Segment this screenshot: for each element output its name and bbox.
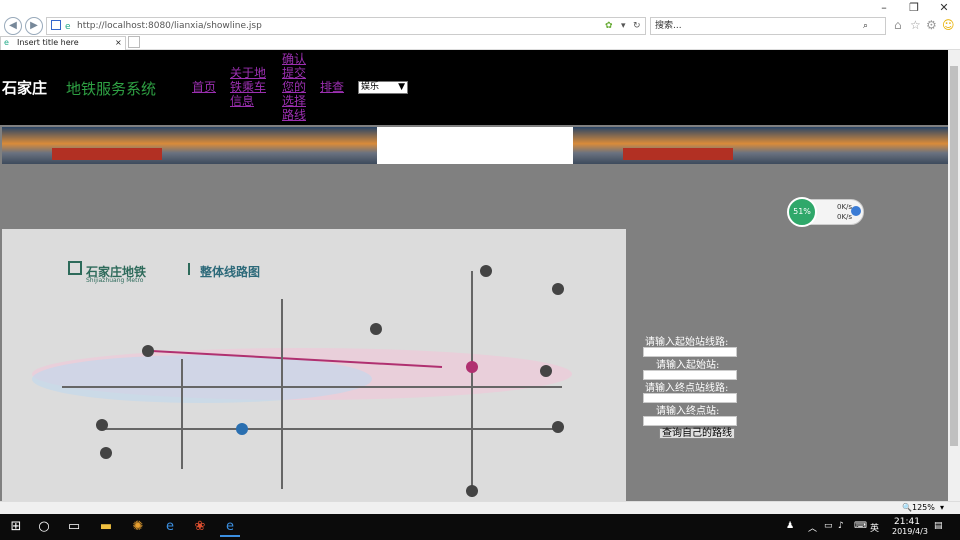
url-text: http://localhost:8080/lianxia/showline.j…	[77, 21, 262, 31]
network-speed-widget[interactable]: 51% 0K/s 0K/s	[787, 197, 864, 227]
nav-home-link[interactable]: 首页	[192, 80, 216, 94]
ie-icon[interactable]: e	[220, 517, 240, 537]
compat-icon[interactable]: ✿	[605, 18, 613, 34]
banner-gap	[377, 127, 573, 164]
start-station-label: 请输入起始站:	[656, 360, 720, 371]
query-route-button[interactable]: 查询自己的路线	[659, 428, 735, 439]
window-titlebar: – ❐ ✕	[0, 0, 960, 16]
home-icon[interactable]: ⌂	[894, 18, 902, 32]
page-content: 石家庄 地铁服务系统 首页 关于地铁乘车信息 确认提交您的选择路线 排查 娱乐 …	[0, 50, 948, 501]
end-line-label: 请输入终点站线路:	[645, 383, 729, 394]
tray-up-icon[interactable]: ︿	[808, 521, 817, 534]
line-badge	[480, 265, 492, 277]
smiley-icon[interactable]: ☺	[942, 18, 955, 32]
category-select[interactable]: 娱乐 ▼	[358, 81, 408, 94]
line-badge	[552, 421, 564, 433]
back-icon[interactable]: ◀	[4, 17, 22, 35]
settings-app-icon[interactable]: ✺	[128, 517, 148, 537]
map-band	[32, 355, 372, 403]
banner-truck	[52, 148, 162, 160]
dropdown-icon[interactable]: ▾	[621, 18, 626, 34]
close-icon[interactable]: ✕	[932, 0, 956, 16]
memory-percent: 51%	[787, 197, 817, 227]
app-icon[interactable]: ❀	[190, 517, 210, 537]
ime-language[interactable]: 英	[870, 521, 879, 534]
notification-icon[interactable]: ▤	[934, 521, 943, 531]
search-icon[interactable]: ⌕	[863, 18, 868, 34]
line-badge	[236, 423, 248, 435]
line-badge	[100, 447, 112, 459]
network-icon[interactable]: ▭	[824, 521, 833, 531]
refresh-icon[interactable]: ↻	[633, 18, 641, 34]
ime-icon[interactable]: ⌨	[854, 521, 867, 531]
metro-map-image: 石家庄地铁 整体线路图 Shijiazhuang Metro	[2, 229, 626, 501]
scrollbar-thumb[interactable]	[950, 66, 958, 446]
line-badge	[466, 485, 478, 497]
people-icon[interactable]: ♟	[786, 521, 794, 531]
edge-icon[interactable]: e	[160, 517, 180, 537]
upload-speed: 0K/s	[837, 203, 853, 211]
metro-lines-svg	[32, 265, 572, 497]
search-input[interactable]: 搜索... ⌕	[650, 17, 886, 35]
nav-about-link[interactable]: 关于地铁乘车信息	[230, 66, 270, 108]
line-badge	[96, 419, 108, 431]
line-badge	[370, 323, 382, 335]
tab-page-icon: e	[4, 38, 9, 47]
browser-navbar: ◀ ▶ e http://localhost:8080/lianxia/show…	[0, 16, 960, 36]
line-badge	[552, 283, 564, 295]
tab-bar: e Insert title here ×	[0, 36, 960, 50]
tab-close-icon[interactable]: ×	[115, 37, 122, 49]
end-station-input[interactable]	[643, 416, 737, 426]
volume-icon[interactable]: ♪	[838, 521, 844, 531]
clock[interactable]: 21:41 2019/4/3	[892, 517, 928, 536]
accelerate-icon[interactable]	[851, 206, 861, 216]
category-select-value: 娱乐	[361, 82, 380, 92]
brand-title: 石家庄	[2, 79, 48, 97]
tab-title: Insert title here	[17, 38, 79, 47]
clock-date: 2019/4/3	[892, 527, 928, 536]
page-icon: e	[65, 22, 71, 32]
zoom-level[interactable]: 125%	[912, 503, 935, 512]
gear-icon[interactable]: ⚙	[926, 18, 937, 32]
line-badge	[540, 365, 552, 377]
site-header: 石家庄 地铁服务系统 首页 关于地铁乘车信息 确认提交您的选择路线 排查 娱乐 …	[0, 50, 948, 125]
line-badge	[142, 345, 154, 357]
brand-subtitle: 地铁服务系统	[66, 80, 157, 98]
taskbar: ⊞ ○ ▭ ▬ ✺ e ❀ e ♟ ︿ ▭ ♪ ⌨ 英 21:41 2019/4…	[0, 514, 960, 540]
banner-image-right	[573, 127, 948, 164]
download-speed: 0K/s	[837, 213, 853, 221]
forward-icon[interactable]: ▶	[25, 17, 43, 35]
start-line-label: 请输入起始站线路:	[645, 337, 729, 348]
maximize-icon[interactable]: ❐	[902, 0, 926, 16]
nav-check-link[interactable]: 排查	[320, 80, 344, 94]
windows-start-icon[interactable]: ⊞	[6, 517, 26, 537]
search-icon[interactable]: ○	[34, 517, 54, 537]
banner-truck	[623, 148, 733, 160]
file-explorer-icon[interactable]: ▬	[96, 517, 116, 537]
zoom-dropdown-icon[interactable]: ▾	[940, 503, 944, 512]
new-tab-button[interactable]	[128, 36, 140, 48]
minimize-icon[interactable]: –	[872, 0, 896, 16]
favorites-icon[interactable]: ☆	[910, 18, 921, 32]
tab-active[interactable]: e Insert title here ×	[0, 36, 126, 50]
chevron-down-icon: ▼	[398, 82, 405, 92]
end-station-label: 请输入终点站:	[656, 406, 720, 417]
task-view-icon[interactable]: ▭	[64, 517, 84, 537]
compat-view-icon[interactable]	[51, 20, 61, 30]
zoom-icon: 🔍	[902, 503, 912, 512]
address-bar[interactable]: e http://localhost:8080/lianxia/showline…	[46, 17, 646, 35]
nav-confirm-link[interactable]: 确认提交您的选择路线	[282, 52, 308, 122]
banner-image-left	[2, 127, 377, 164]
status-bar: 🔍 125% ▾	[0, 501, 960, 514]
line-badge	[466, 361, 478, 373]
clock-time: 21:41	[894, 517, 920, 527]
search-placeholder: 搜索...	[655, 21, 682, 31]
